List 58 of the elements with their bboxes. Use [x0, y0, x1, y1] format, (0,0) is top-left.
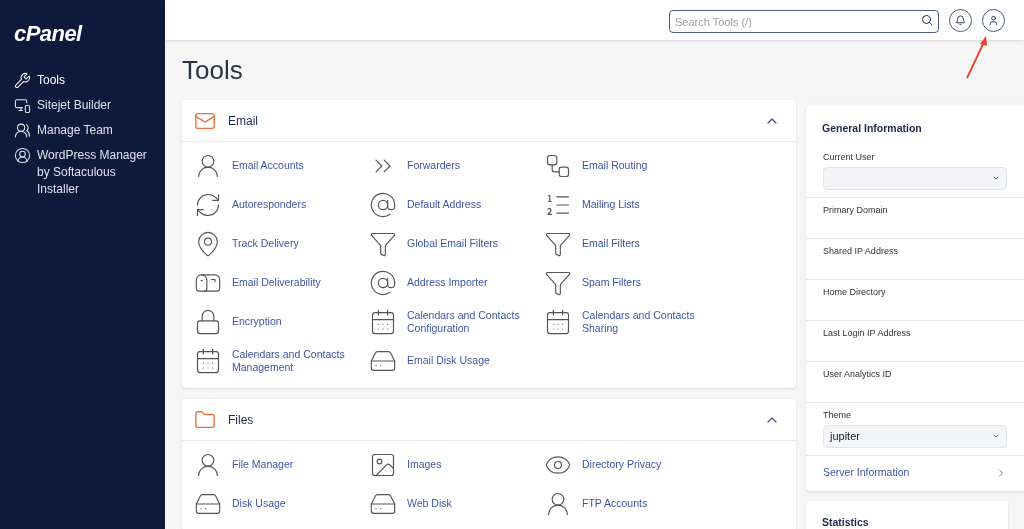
tool-link[interactable]: Web Disk [407, 497, 452, 510]
tool-link[interactable]: Default Address [407, 198, 482, 211]
calendar-icon [544, 307, 572, 336]
calendar-icon [369, 307, 397, 336]
tool-link[interactable]: Directory Privacy [582, 458, 662, 471]
sidebar-item[interactable]: Tools [0, 68, 165, 93]
tool-link[interactable]: Disk Usage [232, 497, 286, 510]
tool-link[interactable]: Email Disk Usage [407, 354, 490, 367]
tool-link[interactable]: Mailing Lists [582, 198, 640, 211]
team-icon [14, 122, 31, 139]
tools-icon [14, 72, 31, 89]
tool-link[interactable]: Encryption [232, 315, 282, 328]
tool-link[interactable]: Autoresponders [232, 198, 307, 211]
user-icon [988, 14, 999, 26]
card-title: Statistics [822, 514, 870, 529]
sidebar-item[interactable]: WordPress Manager by Softaculous Installer [0, 143, 165, 202]
tool-link[interactable]: Email Accounts [232, 159, 304, 172]
card-title: General Information [821, 121, 923, 136]
monitor-icon [14, 97, 31, 114]
field-label: Current User [823, 150, 876, 163]
tool-link[interactable]: Calendars and Contacts Configuration [407, 308, 544, 335]
tool-link[interactable]: Forwarders [407, 159, 461, 172]
tool-link[interactable]: Calendars and Contacts Sharing [582, 308, 719, 335]
tool-link[interactable]: Spam Filters [582, 276, 641, 289]
tool-link[interactable]: Address Importer [407, 276, 488, 289]
select-field[interactable]: jupiter [823, 424, 1007, 448]
field-label: User Analytics ID [823, 367, 893, 380]
tool-link[interactable]: Images [407, 458, 442, 471]
tool-link[interactable]: Email Filters [582, 237, 640, 250]
sidebar-item[interactable]: Sitejet Builder [0, 93, 165, 118]
tool-link[interactable]: FTP Accounts [582, 497, 648, 510]
page-title: Tools [182, 54, 244, 87]
field-label: Last Login IP Address [823, 326, 912, 339]
tool-link[interactable]: File Manager [232, 458, 294, 471]
field-label: Primary Domain [823, 203, 889, 216]
tool-link[interactable]: Calendars and Contacts Management [232, 347, 369, 374]
section-title: Email [228, 112, 258, 130]
sidebar-item[interactable]: Manage Team [0, 118, 165, 143]
tool-link[interactable]: Global Email Filters [407, 237, 499, 250]
server-information-link[interactable]: Server Information [806, 454, 1024, 491]
select-field[interactable] [823, 166, 1007, 190]
at-sign-icon [369, 190, 397, 219]
folder-icon [194, 408, 216, 431]
tool-link[interactable]: Track Delivery [232, 237, 299, 250]
search-field[interactable]: Search Tools (/) [669, 10, 939, 33]
bell-icon [955, 14, 966, 26]
section-title: Files [228, 411, 254, 429]
field-label: Home Directory [823, 285, 887, 298]
annotation-arrow [964, 34, 990, 80]
field-label: Shared IP Address [823, 244, 899, 257]
lock-icon [194, 307, 222, 336]
tool-link[interactable]: Email Deliverability [232, 276, 321, 289]
search-icon [921, 14, 933, 26]
calendar-icon [194, 346, 222, 375]
at-sign-icon [369, 268, 397, 297]
tool-link[interactable]: Email Routing [582, 159, 648, 172]
field-label: Theme [823, 408, 852, 421]
logo: cPanel [13, 20, 84, 48]
